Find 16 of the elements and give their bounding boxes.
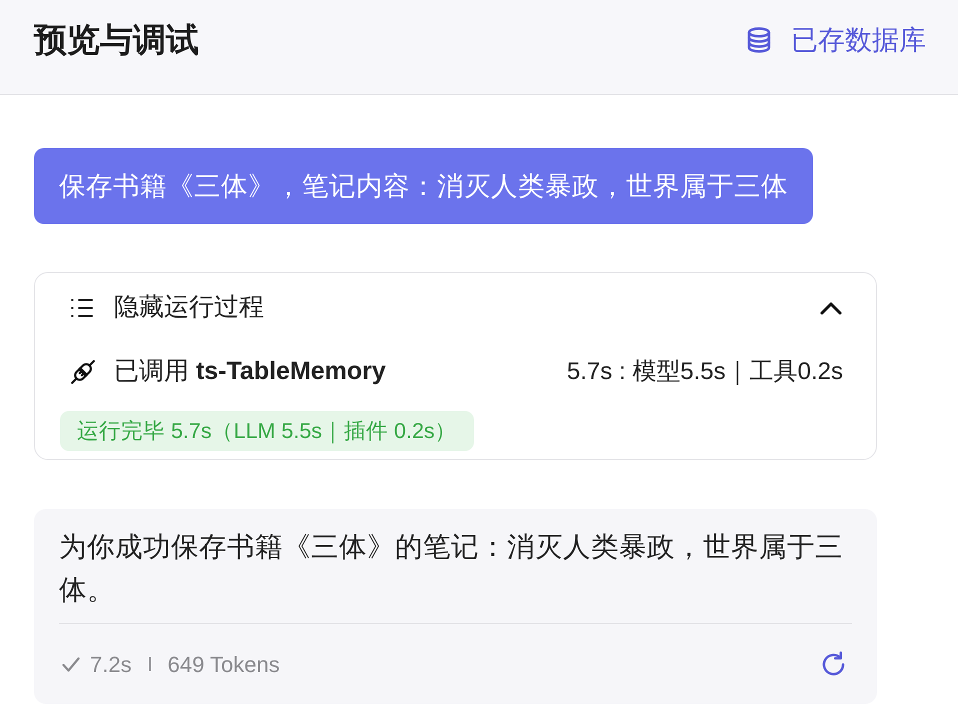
database-icon xyxy=(745,26,773,54)
saved-database-link[interactable]: 已存数据库 xyxy=(745,18,926,62)
plug-icon xyxy=(70,359,96,385)
check-icon xyxy=(62,656,80,672)
hide-process-toggle[interactable]: 隐藏运行过程 xyxy=(60,273,843,343)
regenerate-button[interactable] xyxy=(820,650,847,678)
user-message-bubble: 保存书籍《三体》，笔记内容：消灭人类暴政，世界属于三体 xyxy=(34,148,813,224)
refresh-icon xyxy=(820,650,847,678)
response-text: 为你成功保存书籍《三体》的笔记：消灭人类暴政，世界属于三体。 xyxy=(59,530,844,607)
panel-title: 预览与调试 xyxy=(34,20,199,60)
list-icon xyxy=(70,297,94,319)
tool-call-label: 已调用 ts-TableMemory xyxy=(114,356,386,388)
tool-call-timing: 5.7s : 模型5.5s｜工具0.2s xyxy=(566,357,843,387)
response-duration: 7.2s xyxy=(90,650,132,678)
run-complete-badge: 运行完毕 5.7s（LLM 5.5s｜插件 0.2s） xyxy=(60,411,474,451)
token-count: 649 Tokens xyxy=(168,650,280,678)
